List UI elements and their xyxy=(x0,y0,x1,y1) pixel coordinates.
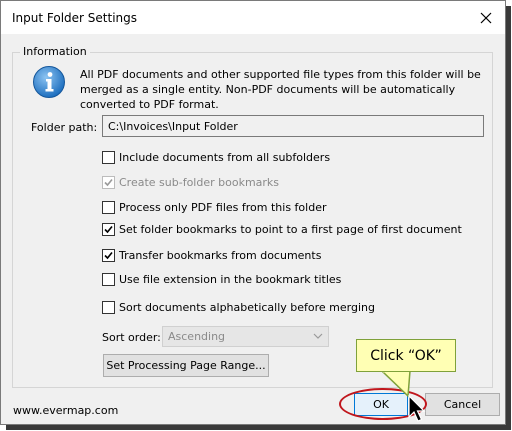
callout-text: Click “OK” xyxy=(370,347,442,364)
website-link: www.evermap.com xyxy=(13,404,119,417)
option-label: Sort documents alphabetically before mer… xyxy=(119,300,375,314)
transfer-bookmarks-checkbox[interactable] xyxy=(102,248,115,262)
folder-path-input[interactable] xyxy=(102,115,484,137)
option-process-only-pdf[interactable]: Process only PDF files from this folder xyxy=(102,199,327,215)
set-folder-bookmarks-checkbox[interactable] xyxy=(102,222,115,236)
sort-alphabetically-checkbox[interactable] xyxy=(102,300,115,314)
button-label: Cancel xyxy=(443,398,482,411)
checkmark-icon xyxy=(104,178,113,186)
option-use-file-extension[interactable]: Use file extension in the bookmark title… xyxy=(102,271,341,287)
sort-order-select: Ascending xyxy=(162,326,329,347)
option-set-folder-bookmarks[interactable]: Set folder bookmarks to point to a first… xyxy=(102,221,462,237)
mouse-cursor-icon xyxy=(408,395,426,422)
sort-order-value: Ascending xyxy=(168,330,226,343)
option-label: Transfer bookmarks from documents xyxy=(119,248,322,262)
cancel-button[interactable]: Cancel xyxy=(425,393,500,416)
checkmark-icon xyxy=(104,251,113,259)
folder-path-label: Folder path: xyxy=(31,121,98,134)
use-file-extension-checkbox[interactable] xyxy=(102,272,115,286)
title-bar: Input Folder Settings xyxy=(1,1,505,34)
option-create-subfolder-bookmarks: Create sub-folder bookmarks xyxy=(102,174,279,190)
information-group-label: Information xyxy=(20,45,90,58)
option-transfer-bookmarks[interactable]: Transfer bookmarks from documents xyxy=(102,247,321,263)
option-label: Create sub-folder bookmarks xyxy=(119,175,280,189)
set-processing-page-range-button[interactable]: Set Processing Page Range... xyxy=(103,354,269,377)
window-shadow-bottom xyxy=(6,425,511,430)
option-sort-alphabetically[interactable]: Sort documents alphabetically before mer… xyxy=(102,299,375,315)
option-include-subfolders[interactable]: Include documents from all subfolders xyxy=(102,149,330,165)
close-button[interactable] xyxy=(473,5,499,31)
chevron-down-icon xyxy=(313,333,323,339)
option-label: Process only PDF files from this folder xyxy=(119,200,327,214)
information-text: All PDF documents and other supported fi… xyxy=(80,68,481,111)
process-only-pdf-checkbox[interactable] xyxy=(102,200,115,214)
create-subfolder-bookmarks-checkbox xyxy=(102,175,115,189)
close-icon xyxy=(480,12,492,24)
button-label: Set Processing Page Range... xyxy=(106,359,266,372)
option-label: Include documents from all subfolders xyxy=(119,150,331,164)
option-label: Set folder bookmarks to point to a first… xyxy=(119,222,462,236)
window-title: Input Folder Settings xyxy=(12,11,138,25)
checkmark-icon xyxy=(104,225,113,233)
include-subfolders-checkbox[interactable] xyxy=(102,150,115,164)
option-label: Use file extension in the bookmark title… xyxy=(119,272,342,286)
click-ok-callout: Click “OK” xyxy=(356,339,456,372)
info-icon xyxy=(33,66,65,98)
callout-pointer xyxy=(380,370,411,398)
window-shadow-right xyxy=(506,6,511,430)
sort-order-label: Sort order: xyxy=(102,331,161,344)
